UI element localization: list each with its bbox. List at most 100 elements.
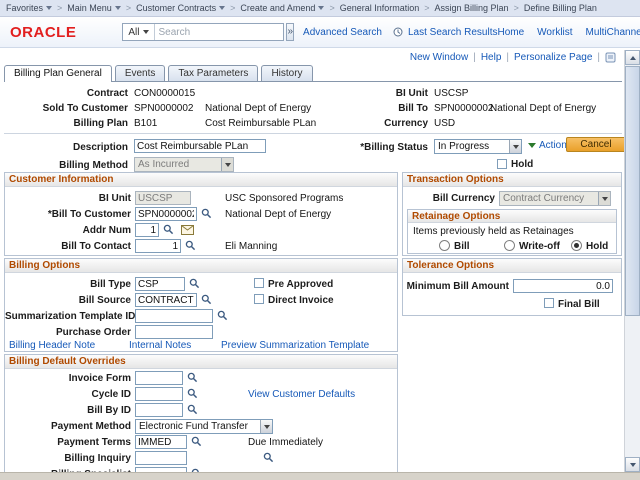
breadcrumb-item-define-billing-plan[interactable]: Define Billing Plan	[524, 3, 597, 13]
tab-history[interactable]: History	[261, 65, 312, 81]
hold-checkbox[interactable]	[497, 159, 507, 169]
purchase-order-input[interactable]	[135, 325, 213, 339]
breadcrumb-label: Create and Amend	[240, 3, 315, 13]
invoice-form-label: Invoice Form	[5, 373, 131, 384]
breadcrumb-item-main-menu[interactable]: Main Menu	[67, 3, 121, 13]
tolerance-options-title: Tolerance Options	[403, 259, 621, 273]
tab-tax-parameters[interactable]: Tax Parameters	[168, 65, 258, 81]
summarization-template-lookup-icon[interactable]	[217, 310, 229, 322]
worklist-link[interactable]: Worklist	[537, 27, 572, 38]
preview-summarization-template-link[interactable]: Preview Summarization Template	[221, 340, 369, 351]
bill-currency-label: Bill Currency	[403, 193, 495, 204]
description-input[interactable]	[134, 139, 266, 153]
billing-method-select: As Incurred	[134, 157, 234, 172]
tab-billing-plan-general[interactable]: Billing Plan General	[4, 65, 112, 82]
bill-type-input[interactable]	[135, 277, 185, 291]
pre-approved-checkbox[interactable]	[254, 278, 264, 288]
breadcrumb-item-create-and-amend[interactable]: Create and Amend	[240, 3, 324, 13]
bill-type-lookup-icon[interactable]	[189, 278, 201, 290]
bill-by-id-input[interactable]	[135, 403, 183, 417]
bill-to-contact-lookup-icon[interactable]	[185, 240, 197, 252]
home-link[interactable]: Home	[497, 27, 524, 38]
search-input[interactable]	[155, 27, 283, 38]
scroll-up-button[interactable]	[625, 50, 640, 65]
payment-method-select[interactable]: Electronic Fund Transfer	[135, 419, 273, 434]
sold-to-customer-value: SPN0000002	[134, 103, 194, 114]
billing-inquiry-lookup-icon[interactable]	[263, 452, 275, 464]
direct-invoice-checkbox[interactable]	[254, 294, 264, 304]
retainage-write-off-label: Write-off	[519, 241, 560, 252]
search-go-button[interactable]: »	[286, 23, 294, 41]
payment-terms-input[interactable]	[135, 435, 187, 449]
contract-label: Contract	[0, 88, 128, 99]
search-scope-select[interactable]: All	[123, 24, 155, 40]
chevron-down-icon	[509, 140, 521, 153]
bill-currency-value: Contract Currency	[500, 193, 598, 204]
retainage-write-off-radio[interactable]	[504, 240, 515, 251]
bill-type-label: Bill Type	[5, 279, 131, 290]
cycle-id-input[interactable]	[135, 387, 183, 401]
addr-num-input[interactable]	[135, 223, 159, 237]
billing-header-note-link[interactable]: Billing Header Note	[9, 340, 95, 351]
search-scope-value: All	[128, 27, 139, 38]
chevron-down-icon	[221, 158, 233, 171]
divider	[4, 133, 622, 134]
address-envelope-icon[interactable]	[181, 225, 194, 238]
payment-terms-lookup-icon[interactable]	[191, 436, 203, 448]
breadcrumb: Favorites > Main Menu > Customer Contrac…	[0, 0, 640, 17]
breadcrumb-label: General Information	[340, 3, 420, 13]
scrollbar-thumb[interactable]	[625, 66, 640, 316]
breadcrumb-separator: >	[126, 3, 131, 13]
advanced-search-link[interactable]: Advanced Search	[303, 27, 382, 38]
multichannel-console-link[interactable]: MultiChannel Console	[586, 27, 640, 38]
direct-invoice-label: Direct Invoice	[268, 295, 334, 306]
addr-num-lookup-icon[interactable]	[163, 224, 175, 236]
last-search-results-link[interactable]: Last Search Results	[408, 27, 498, 38]
payment-method-label: Payment Method	[5, 421, 131, 432]
bill-source-input[interactable]	[135, 293, 197, 307]
vertical-scrollbar[interactable]	[624, 50, 640, 472]
bill-to-customer-input[interactable]	[135, 207, 197, 221]
billing-method-value: As Incurred	[135, 159, 221, 170]
billing-options-section: Billing Options Bill Type Pre Approved B…	[4, 258, 398, 352]
personalize-page-link[interactable]: Personalize Page	[514, 52, 592, 63]
new-window-link[interactable]: New Window	[410, 52, 468, 63]
scroll-down-button[interactable]	[625, 457, 640, 472]
tolerance-options-section: Tolerance Options Minimum Bill Amount Fi…	[402, 258, 622, 316]
billing-plan-name: Cost Reimbursable PLan	[205, 118, 316, 129]
billing-inquiry-input[interactable]	[135, 451, 187, 465]
cancel-button[interactable]: Cancel	[566, 137, 626, 152]
bill-by-id-label: Bill By ID	[5, 405, 131, 416]
internal-notes-link[interactable]: Internal Notes	[129, 340, 191, 351]
view-customer-defaults-link[interactable]: View Customer Defaults	[248, 389, 355, 400]
bill-source-lookup-icon[interactable]	[201, 294, 213, 306]
bill-to-contact-input[interactable]	[135, 239, 181, 253]
copy-url-icon[interactable]	[605, 52, 616, 63]
breadcrumb-item-assign-billing-plan[interactable]: Assign Billing Plan	[435, 3, 509, 13]
bi-unit-description: USC Sponsored Programs	[225, 193, 343, 204]
final-bill-checkbox[interactable]	[544, 298, 554, 308]
breadcrumb-separator: >	[329, 3, 334, 13]
billing-status-select[interactable]: In Progress	[434, 139, 522, 154]
billing-status-label: *Billing Status	[300, 142, 428, 153]
breadcrumb-item-general-information[interactable]: General Information	[340, 3, 420, 13]
sold-to-customer-name: National Dept of Energy	[205, 103, 311, 114]
minimum-bill-amount-input[interactable]	[513, 279, 613, 293]
retainage-hold-radio[interactable]	[571, 240, 582, 251]
bi-unit-input	[135, 191, 191, 205]
help-link[interactable]: Help	[481, 52, 502, 63]
breadcrumb-item-favorites[interactable]: Favorites	[6, 3, 52, 13]
billing-options-title: Billing Options	[5, 259, 397, 273]
bill-to-customer-lookup-icon[interactable]	[201, 208, 213, 220]
tab-events[interactable]: Events	[115, 65, 166, 81]
breadcrumb-item-customer-contracts[interactable]: Customer Contracts	[136, 3, 225, 13]
retainage-bill-radio[interactable]	[439, 240, 450, 251]
invoice-form-lookup-icon[interactable]	[187, 372, 199, 384]
chevron-down-icon	[598, 192, 610, 205]
breadcrumb-label: Main Menu	[67, 3, 112, 13]
invoice-form-input[interactable]	[135, 371, 183, 385]
cycle-id-lookup-icon[interactable]	[187, 388, 199, 400]
bill-by-id-lookup-icon[interactable]	[187, 404, 199, 416]
payment-terms-description: Due Immediately	[248, 437, 323, 448]
summarization-template-input[interactable]	[135, 309, 213, 323]
